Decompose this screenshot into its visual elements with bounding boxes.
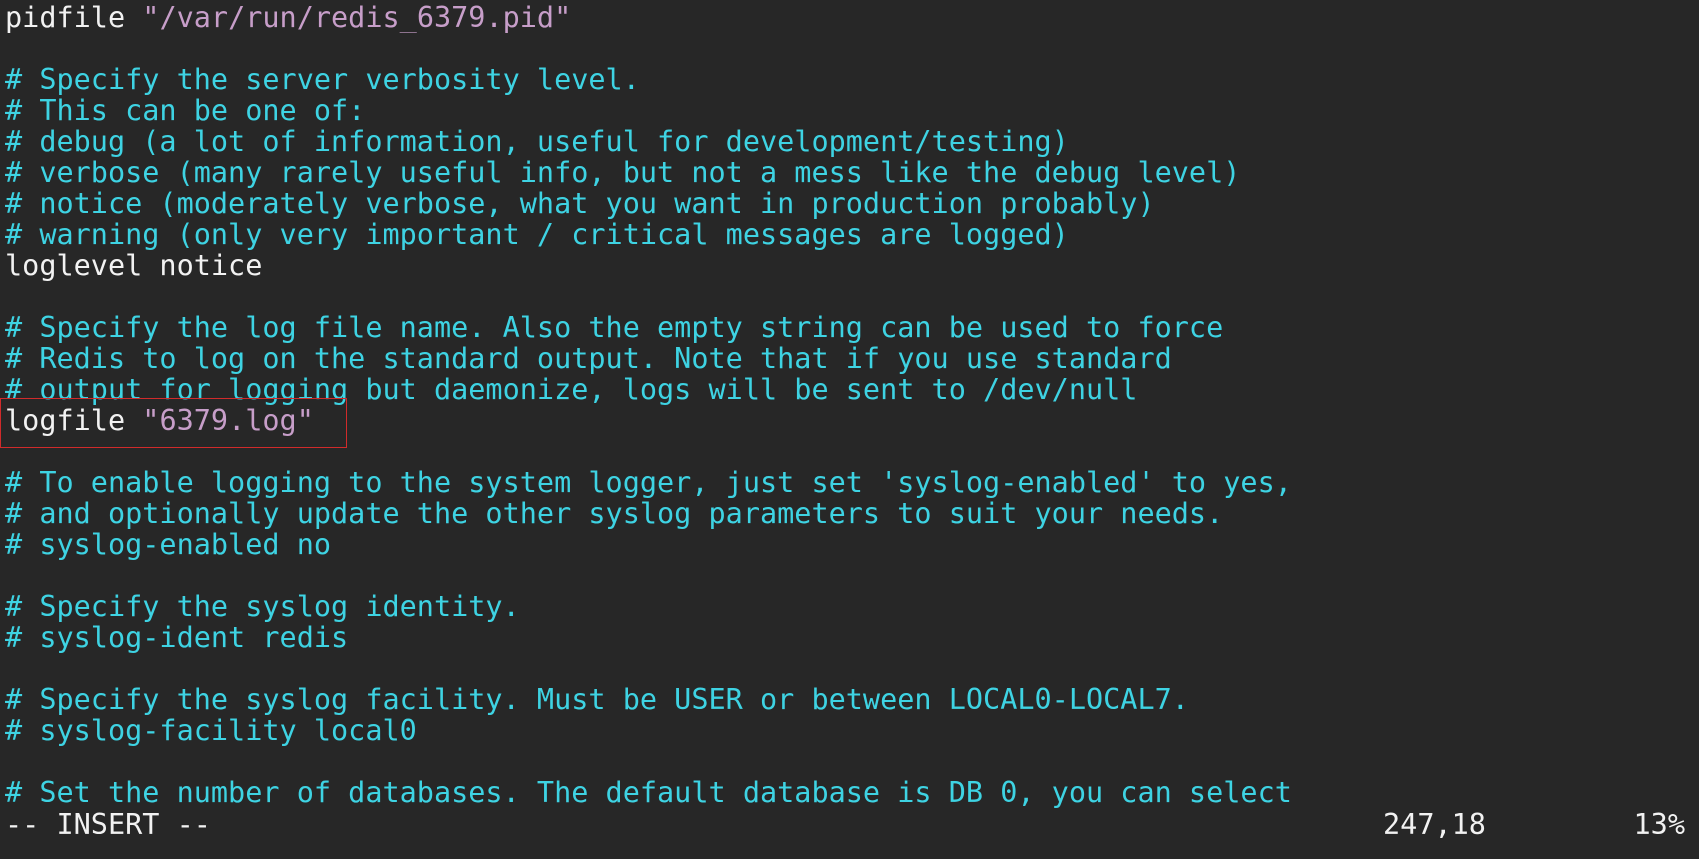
mode-indicator: -- INSERT -- [5, 808, 211, 841]
comment-text: # Specify the server verbosity level. [5, 64, 640, 95]
comment-text: # syslog-facility local0 [5, 715, 417, 746]
comment-text: # Specify the log file name. Also the em… [5, 312, 1224, 343]
comment-line[interactable]: # syslog-ident redis [5, 622, 1699, 653]
comment-line[interactable]: # Specify the log file name. Also the em… [5, 312, 1699, 343]
blank-line[interactable] [5, 746, 1699, 777]
comment-line[interactable]: # To enable logging to the system logger… [5, 467, 1699, 498]
comment-text: # notice (moderately verbose, what you w… [5, 188, 1155, 219]
comment-text: # This can be one of: [5, 95, 366, 126]
comment-line[interactable]: # notice (moderately verbose, what you w… [5, 188, 1699, 219]
comment-line[interactable]: # Specify the syslog facility. Must be U… [5, 684, 1699, 715]
comment-text: # warning (only very important / critica… [5, 219, 1069, 250]
comment-line[interactable]: # Specify the server verbosity level. [5, 64, 1699, 95]
comment-text: # syslog-ident redis [5, 622, 349, 653]
comment-text: # Redis to log on the standard output. N… [5, 343, 1172, 374]
blank-line[interactable] [5, 653, 1699, 684]
comment-line[interactable]: # verbose (many rarely useful info, but … [5, 157, 1699, 188]
terminal-window[interactable]: pidfile "/var/run/redis_6379.pid" # Speci… [0, 0, 1699, 859]
comment-text: # Specify the syslog facility. Must be U… [5, 684, 1189, 715]
comment-text: # To enable logging to the system logger… [5, 467, 1292, 498]
comment-text: # Specify the syslog identity. [5, 591, 520, 622]
comment-line[interactable]: # and optionally update the other syslog… [5, 498, 1699, 529]
config-line[interactable]: loglevel notice [5, 250, 1699, 281]
comment-line[interactable]: # This can be one of: [5, 95, 1699, 126]
cursor-position: 247,18 [1383, 808, 1486, 841]
comment-text: # syslog-enabled no [5, 529, 332, 560]
comment-line[interactable]: # Redis to log on the standard output. N… [5, 343, 1699, 374]
logfile-highlight-box [0, 398, 347, 448]
config-key: pidfile [5, 2, 143, 33]
comment-line[interactable]: # warning (only very important / critica… [5, 219, 1699, 250]
comment-text: # Set the number of databases. The defau… [5, 777, 1292, 808]
vim-statusbar: -- INSERT -- 247,18 13% [5, 809, 1685, 840]
blank-line[interactable] [5, 33, 1699, 64]
comment-line[interactable]: # Specify the syslog identity. [5, 591, 1699, 622]
scroll-percent: 13% [1633, 808, 1685, 841]
config-line[interactable]: pidfile "/var/run/redis_6379.pid" [5, 2, 1699, 33]
blank-line[interactable] [5, 281, 1699, 312]
comment-line[interactable]: # Set the number of databases. The defau… [5, 777, 1699, 808]
comment-text: # debug (a lot of information, useful fo… [5, 126, 1069, 157]
comment-text: # verbose (many rarely useful info, but … [5, 157, 1241, 188]
config-value: "/var/run/redis_6379.pid" [142, 2, 572, 33]
comment-line[interactable]: # syslog-enabled no [5, 529, 1699, 560]
blank-line[interactable] [5, 560, 1699, 591]
comment-text: # and optionally update the other syslog… [5, 498, 1224, 529]
comment-line[interactable]: # debug (a lot of information, useful fo… [5, 126, 1699, 157]
config-text: loglevel notice [5, 250, 263, 281]
comment-line[interactable]: # syslog-facility local0 [5, 715, 1699, 746]
